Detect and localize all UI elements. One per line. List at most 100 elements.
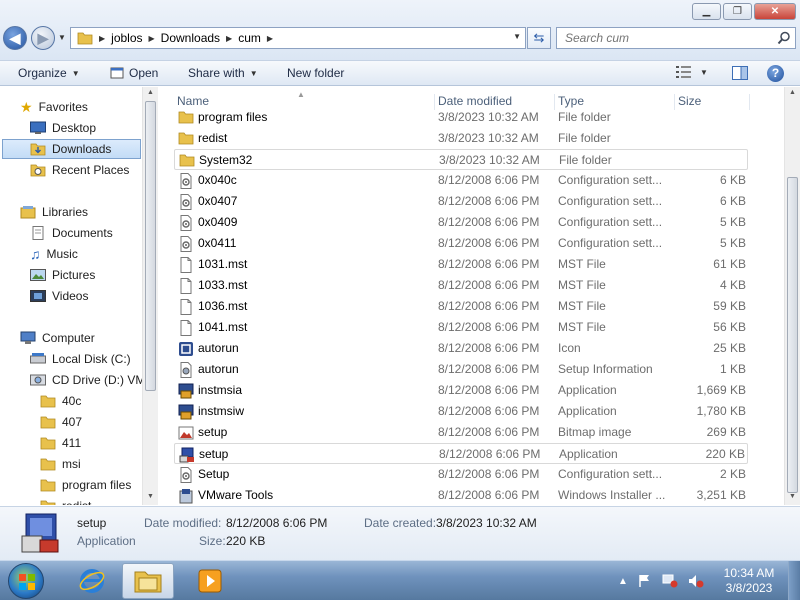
breadcrumb-cum[interactable]: cum: [238, 31, 261, 45]
breadcrumb-downloads[interactable]: Downloads: [161, 31, 220, 45]
nav-recent-places[interactable]: Recent Places: [30, 160, 129, 180]
star-icon: ★: [20, 98, 33, 115]
address-dropdown-button[interactable]: ▼: [513, 32, 521, 41]
nav-folder-msi[interactable]: msi: [40, 454, 81, 474]
recent-pages-button[interactable]: ▼: [58, 33, 66, 42]
file-row[interactable]: redist 3/8/2023 10:32 AM File folder: [174, 128, 748, 149]
scroll-up-icon[interactable]: ▲: [147, 89, 154, 96]
breadcrumb-joblos[interactable]: joblos: [111, 31, 142, 45]
details-date-modified-label: Date modified:: [144, 516, 222, 530]
breadcrumb-separator[interactable]: ▶: [149, 34, 155, 43]
volume-muted-icon[interactable]: [688, 574, 704, 588]
forward-button[interactable]: ▶: [31, 26, 55, 50]
nav-videos[interactable]: Videos: [30, 286, 88, 306]
file-row[interactable]: instmsia 8/12/2008 6:06 PM Application 1,66…: [174, 380, 748, 401]
file-row[interactable]: autorun 8/12/2008 6:06 PM Icon 25 KB: [174, 338, 748, 359]
nav-music[interactable]: ♫ Music: [30, 244, 78, 264]
back-button[interactable]: ◀: [3, 26, 27, 50]
taskbar-windows-explorer[interactable]: [122, 563, 174, 599]
file-row[interactable]: 0x0409 8/12/2008 6:06 PM Configuration set…: [174, 212, 748, 233]
file-row[interactable]: 1031.mst 8/12/2008 6:06 PM MST File 61 KB: [174, 254, 748, 275]
file-row[interactable]: 0x040c 8/12/2008 6:06 PM Configuration set…: [174, 170, 748, 191]
file-date-modified: 3/8/2023 10:32 AM: [438, 110, 539, 124]
nav-computer[interactable]: Computer: [20, 328, 95, 348]
taskbar-media-player[interactable]: [184, 563, 236, 599]
start-button[interactable]: [8, 563, 44, 599]
nav-folder-40c[interactable]: 40c: [40, 391, 81, 411]
file-date-modified: 8/12/2008 6:06 PM: [438, 194, 540, 208]
file-row[interactable]: autorun 8/12/2008 6:06 PM Setup Informatio…: [174, 359, 748, 380]
chevron-down-icon[interactable]: ▼: [700, 68, 708, 77]
breadcrumb-separator[interactable]: ▶: [226, 34, 232, 43]
change-view-button[interactable]: ▼: [676, 66, 708, 78]
file-name: 1036.mst: [198, 299, 248, 313]
file-row[interactable]: 1041.mst 8/12/2008 6:06 PM MST File 56 KB: [174, 317, 748, 338]
folder-icon: [40, 395, 56, 408]
nav-cd-drive[interactable]: CD Drive (D:) VM: [30, 370, 145, 390]
nav-documents[interactable]: Documents: [30, 223, 113, 243]
application-icon: [110, 67, 124, 79]
nav-pictures[interactable]: Pictures: [30, 265, 95, 285]
action-center-flag-icon[interactable]: [638, 574, 652, 588]
breadcrumb-separator[interactable]: ▶: [267, 34, 273, 43]
file-row[interactable]: 0x0411 8/12/2008 6:06 PM Configuration set…: [174, 233, 748, 254]
nav-local-disk[interactable]: Local Disk (C:): [30, 349, 131, 369]
file-row[interactable]: System32 3/8/2023 10:32 AM File folder: [174, 149, 748, 170]
file-row[interactable]: Setup 8/12/2008 6:06 PM Configuration sett…: [174, 464, 748, 485]
file-size: 3,251 KB: [696, 488, 746, 502]
file-row[interactable]: 1033.mst 8/12/2008 6:06 PM MST File 4 KB: [174, 275, 748, 296]
nav-downloads[interactable]: Downloads: [2, 139, 141, 159]
breadcrumb-separator[interactable]: ▶: [99, 34, 105, 43]
show-hidden-icons-icon[interactable]: ▲: [618, 576, 628, 587]
nav-folder-407[interactable]: 407: [40, 412, 82, 432]
maximize-button[interactable]: ❐: [723, 3, 752, 20]
refresh-button[interactable]: ⇆: [527, 27, 551, 49]
network-disconnected-icon[interactable]: [662, 574, 678, 588]
file-row[interactable]: setup 8/12/2008 6:06 PM Application 220 KB: [174, 443, 748, 464]
file-row[interactable]: program files 3/8/2023 10:32 AM File folde…: [174, 107, 748, 128]
search-box[interactable]: [556, 27, 796, 49]
nav-libraries[interactable]: Libraries: [20, 202, 88, 222]
help-button[interactable]: ?: [767, 65, 784, 82]
address-bar[interactable]: ▶ joblos ▶ Downloads ▶ cum ▶ ▼: [70, 27, 526, 49]
scroll-down-icon[interactable]: ▼: [147, 493, 154, 500]
clock[interactable]: 10:34 AM 3/8/2023: [716, 566, 782, 596]
file-scroll-thumb[interactable]: [787, 177, 798, 493]
file-row[interactable]: 1036.mst 8/12/2008 6:06 PM MST File 59 KB: [174, 296, 748, 317]
blank-file-icon: [178, 257, 194, 273]
file-row[interactable]: setup 8/12/2008 6:06 PM Bitmap image 269 KB: [174, 422, 748, 443]
organize-button[interactable]: Organize ▼: [18, 66, 80, 80]
minimize-button[interactable]: ▁: [692, 3, 721, 20]
file-date-modified: 8/12/2008 6:06 PM: [438, 467, 540, 481]
file-type: MST File: [558, 278, 606, 292]
show-desktop-button[interactable]: [788, 561, 800, 600]
nav-libraries-label: Libraries: [42, 205, 89, 219]
file-size: 6 KB: [719, 194, 746, 208]
search-icon[interactable]: [777, 31, 791, 45]
preview-pane-button[interactable]: [732, 66, 748, 83]
file-row[interactable]: instmsiw 8/12/2008 6:06 PM Application 1,78…: [174, 401, 748, 422]
file-row[interactable]: VMware Tools 8/12/2008 6:06 PM Windows Ins…: [174, 485, 748, 505]
nav-scrollbar[interactable]: ▲ ▼: [142, 87, 158, 505]
nav-favorites[interactable]: ★ Favorites: [20, 97, 88, 117]
file-row[interactable]: 0x0407 8/12/2008 6:06 PM Configuration set…: [174, 191, 748, 212]
file-date-modified: 8/12/2008 6:06 PM: [439, 447, 541, 461]
nav-folder-redist[interactable]: redist: [40, 496, 91, 505]
share-with-button[interactable]: Share with ▼: [188, 66, 258, 80]
search-input[interactable]: [557, 28, 767, 48]
open-button[interactable]: Open: [110, 66, 158, 80]
nav-scroll-thumb[interactable]: [145, 101, 156, 391]
taskbar-internet-explorer[interactable]: [66, 563, 118, 599]
close-button[interactable]: ✕: [754, 3, 796, 20]
nav-desktop[interactable]: Desktop: [30, 118, 96, 138]
nav-folder-411[interactable]: 411: [40, 433, 81, 453]
config-file-icon: [178, 173, 194, 189]
scroll-up-icon[interactable]: ▲: [789, 89, 796, 96]
file-date-modified: 8/12/2008 6:06 PM: [438, 215, 540, 229]
file-list-scrollbar[interactable]: ▲ ▼: [784, 87, 800, 505]
nav-folder-program-files[interactable]: program files: [40, 475, 131, 495]
vmware-icon: [178, 341, 194, 357]
cd-drive-icon: [30, 374, 46, 386]
scroll-down-icon[interactable]: ▼: [789, 493, 796, 500]
new-folder-button[interactable]: New folder: [287, 66, 344, 80]
